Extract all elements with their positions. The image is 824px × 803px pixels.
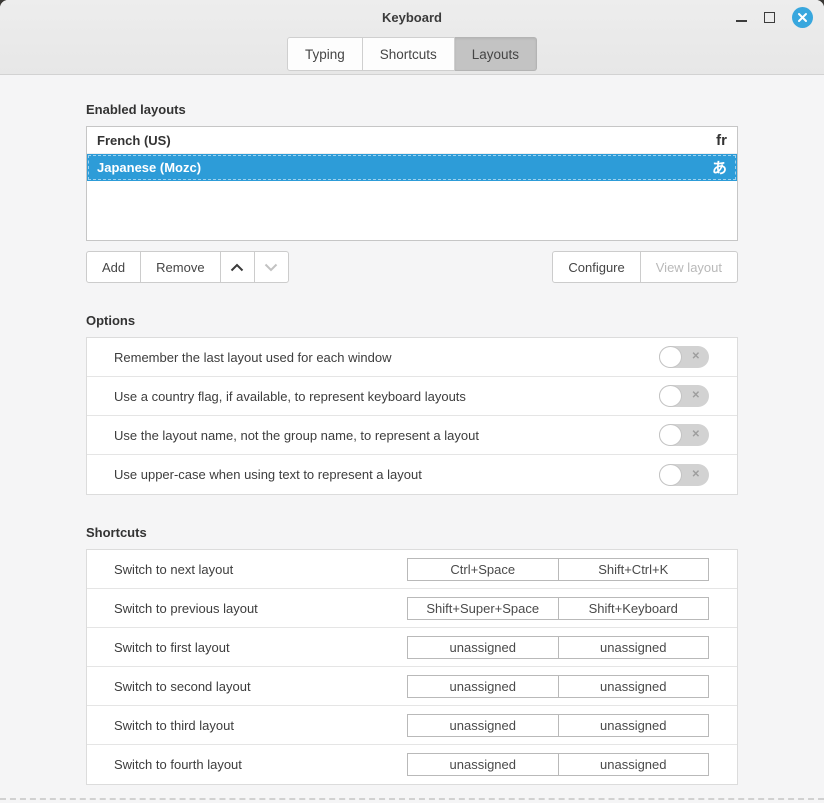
layout-indicator-fr: fr [716,132,727,149]
keybinding-button[interactable]: Ctrl+Space [407,558,559,581]
configure-button[interactable]: Configure [552,251,640,283]
shortcut-label: Switch to first layout [114,640,230,655]
layout-view-button-group: Configure View layout [552,251,738,283]
tab-layouts[interactable]: Layouts [455,37,537,71]
shortcut-row-second-layout: Switch to second layout unassigned unass… [87,667,737,706]
options-heading: Options [86,313,738,328]
option-row-country-flag: Use a country flag, if available, to rep… [87,377,737,416]
shortcut-bindings: unassigned unassigned [407,636,709,659]
shortcut-label: Switch to third layout [114,718,234,733]
shortcut-row-first-layout: Switch to first layout unassigned unassi… [87,628,737,667]
keybinding-button[interactable]: unassigned [558,636,710,659]
toggle-knob [659,346,682,368]
toggle-off-icon: ✕ [692,352,700,362]
close-button[interactable] [792,7,813,28]
window-header: Keyboard Typing Shortcuts Layouts [0,0,824,75]
layout-list-actions: Add Remove Configure View layout [86,251,738,283]
toggle-knob [659,385,682,407]
shortcut-label: Switch to fourth layout [114,757,242,772]
shortcuts-panel: Switch to next layout Ctrl+Space Shift+C… [86,549,738,785]
option-row-remember-layout: Remember the last layout used for each w… [87,338,737,377]
tab-shortcuts-label: Shortcuts [380,47,437,62]
option-row-layout-name: Use the layout name, not the group name,… [87,416,737,455]
shortcuts-heading: Shortcuts [86,525,738,540]
layout-name: French (US) [97,133,171,148]
view-layout-button[interactable]: View layout [640,251,738,283]
keybinding-button[interactable]: unassigned [407,675,559,698]
chevron-down-icon [264,263,278,272]
option-row-upper-case: Use upper-case when using text to repres… [87,455,737,494]
keybinding-button[interactable]: unassigned [558,753,710,776]
layout-row-japanese[interactable]: Japanese (Mozc) あ [87,154,737,181]
options-panel: Remember the last layout used for each w… [86,337,738,495]
move-layout-down-button[interactable] [254,251,289,283]
layouts-page: Enabled layouts French (US) fr Japanese … [86,102,738,785]
toggle-upper-case[interactable]: ✕ [659,464,709,486]
keybinding-button[interactable]: Shift+Super+Space [407,597,559,620]
option-label: Use a country flag, if available, to rep… [114,389,466,404]
enabled-layouts-list: French (US) fr Japanese (Mozc) あ [86,126,738,241]
move-layout-up-button[interactable] [220,251,255,283]
keyboard-settings-window: Keyboard Typing Shortcuts Layouts Enable… [0,0,824,803]
shortcut-bindings: unassigned unassigned [407,675,709,698]
tab-bar: Typing Shortcuts Layouts [0,37,824,71]
toggle-knob [659,424,682,446]
tab-typing-label: Typing [305,47,345,62]
option-label: Use upper-case when using text to repres… [114,467,422,482]
shortcut-row-fourth-layout: Switch to fourth layout unassigned unass… [87,745,737,784]
toggle-off-icon: ✕ [692,470,700,480]
remove-layout-button[interactable]: Remove [140,251,220,283]
keybinding-button[interactable]: Shift+Ctrl+K [558,558,710,581]
close-icon [797,12,808,23]
toggle-off-icon: ✕ [692,430,700,440]
toggle-country-flag[interactable]: ✕ [659,385,709,407]
layout-indicator-ja: あ [712,157,727,178]
toggle-remember-layout[interactable]: ✕ [659,346,709,368]
option-label: Remember the last layout used for each w… [114,350,391,365]
keybinding-button[interactable]: unassigned [407,636,559,659]
keybinding-button[interactable]: unassigned [407,753,559,776]
keybinding-button[interactable]: unassigned [407,714,559,737]
window-edge-dashed-line [0,798,824,800]
keybinding-button[interactable]: unassigned [558,675,710,698]
toggle-knob [659,464,682,486]
shortcut-label: Switch to next layout [114,562,233,577]
add-layout-button[interactable]: Add [86,251,141,283]
layout-row-french[interactable]: French (US) fr [87,127,737,154]
window-controls [736,0,813,34]
keybinding-button[interactable]: Shift+Keyboard [558,597,710,620]
shortcut-bindings: Ctrl+Space Shift+Ctrl+K [407,558,709,581]
shortcut-row-previous-layout: Switch to previous layout Shift+Super+Sp… [87,589,737,628]
layout-edit-button-group: Add Remove [86,251,289,283]
layout-name: Japanese (Mozc) [97,160,201,175]
window-title: Keyboard [382,10,442,25]
shortcut-label: Switch to second layout [114,679,251,694]
shortcut-row-next-layout: Switch to next layout Ctrl+Space Shift+C… [87,550,737,589]
keybinding-button[interactable]: unassigned [558,714,710,737]
option-label: Use the layout name, not the group name,… [114,428,479,443]
maximize-icon[interactable] [764,12,775,23]
toggle-layout-name[interactable]: ✕ [659,424,709,446]
shortcut-bindings: unassigned unassigned [407,714,709,737]
shortcut-row-third-layout: Switch to third layout unassigned unassi… [87,706,737,745]
minimize-icon[interactable] [736,13,747,22]
tab-shortcuts[interactable]: Shortcuts [363,37,455,71]
toggle-off-icon: ✕ [692,391,700,401]
tab-typing[interactable]: Typing [287,37,363,71]
titlebar[interactable]: Keyboard [0,0,824,34]
enabled-layouts-heading: Enabled layouts [86,102,738,117]
tab-layouts-label: Layouts [472,47,519,62]
shortcut-bindings: Shift+Super+Space Shift+Keyboard [407,597,709,620]
shortcut-bindings: unassigned unassigned [407,753,709,776]
chevron-up-icon [230,263,244,272]
shortcut-label: Switch to previous layout [114,601,258,616]
